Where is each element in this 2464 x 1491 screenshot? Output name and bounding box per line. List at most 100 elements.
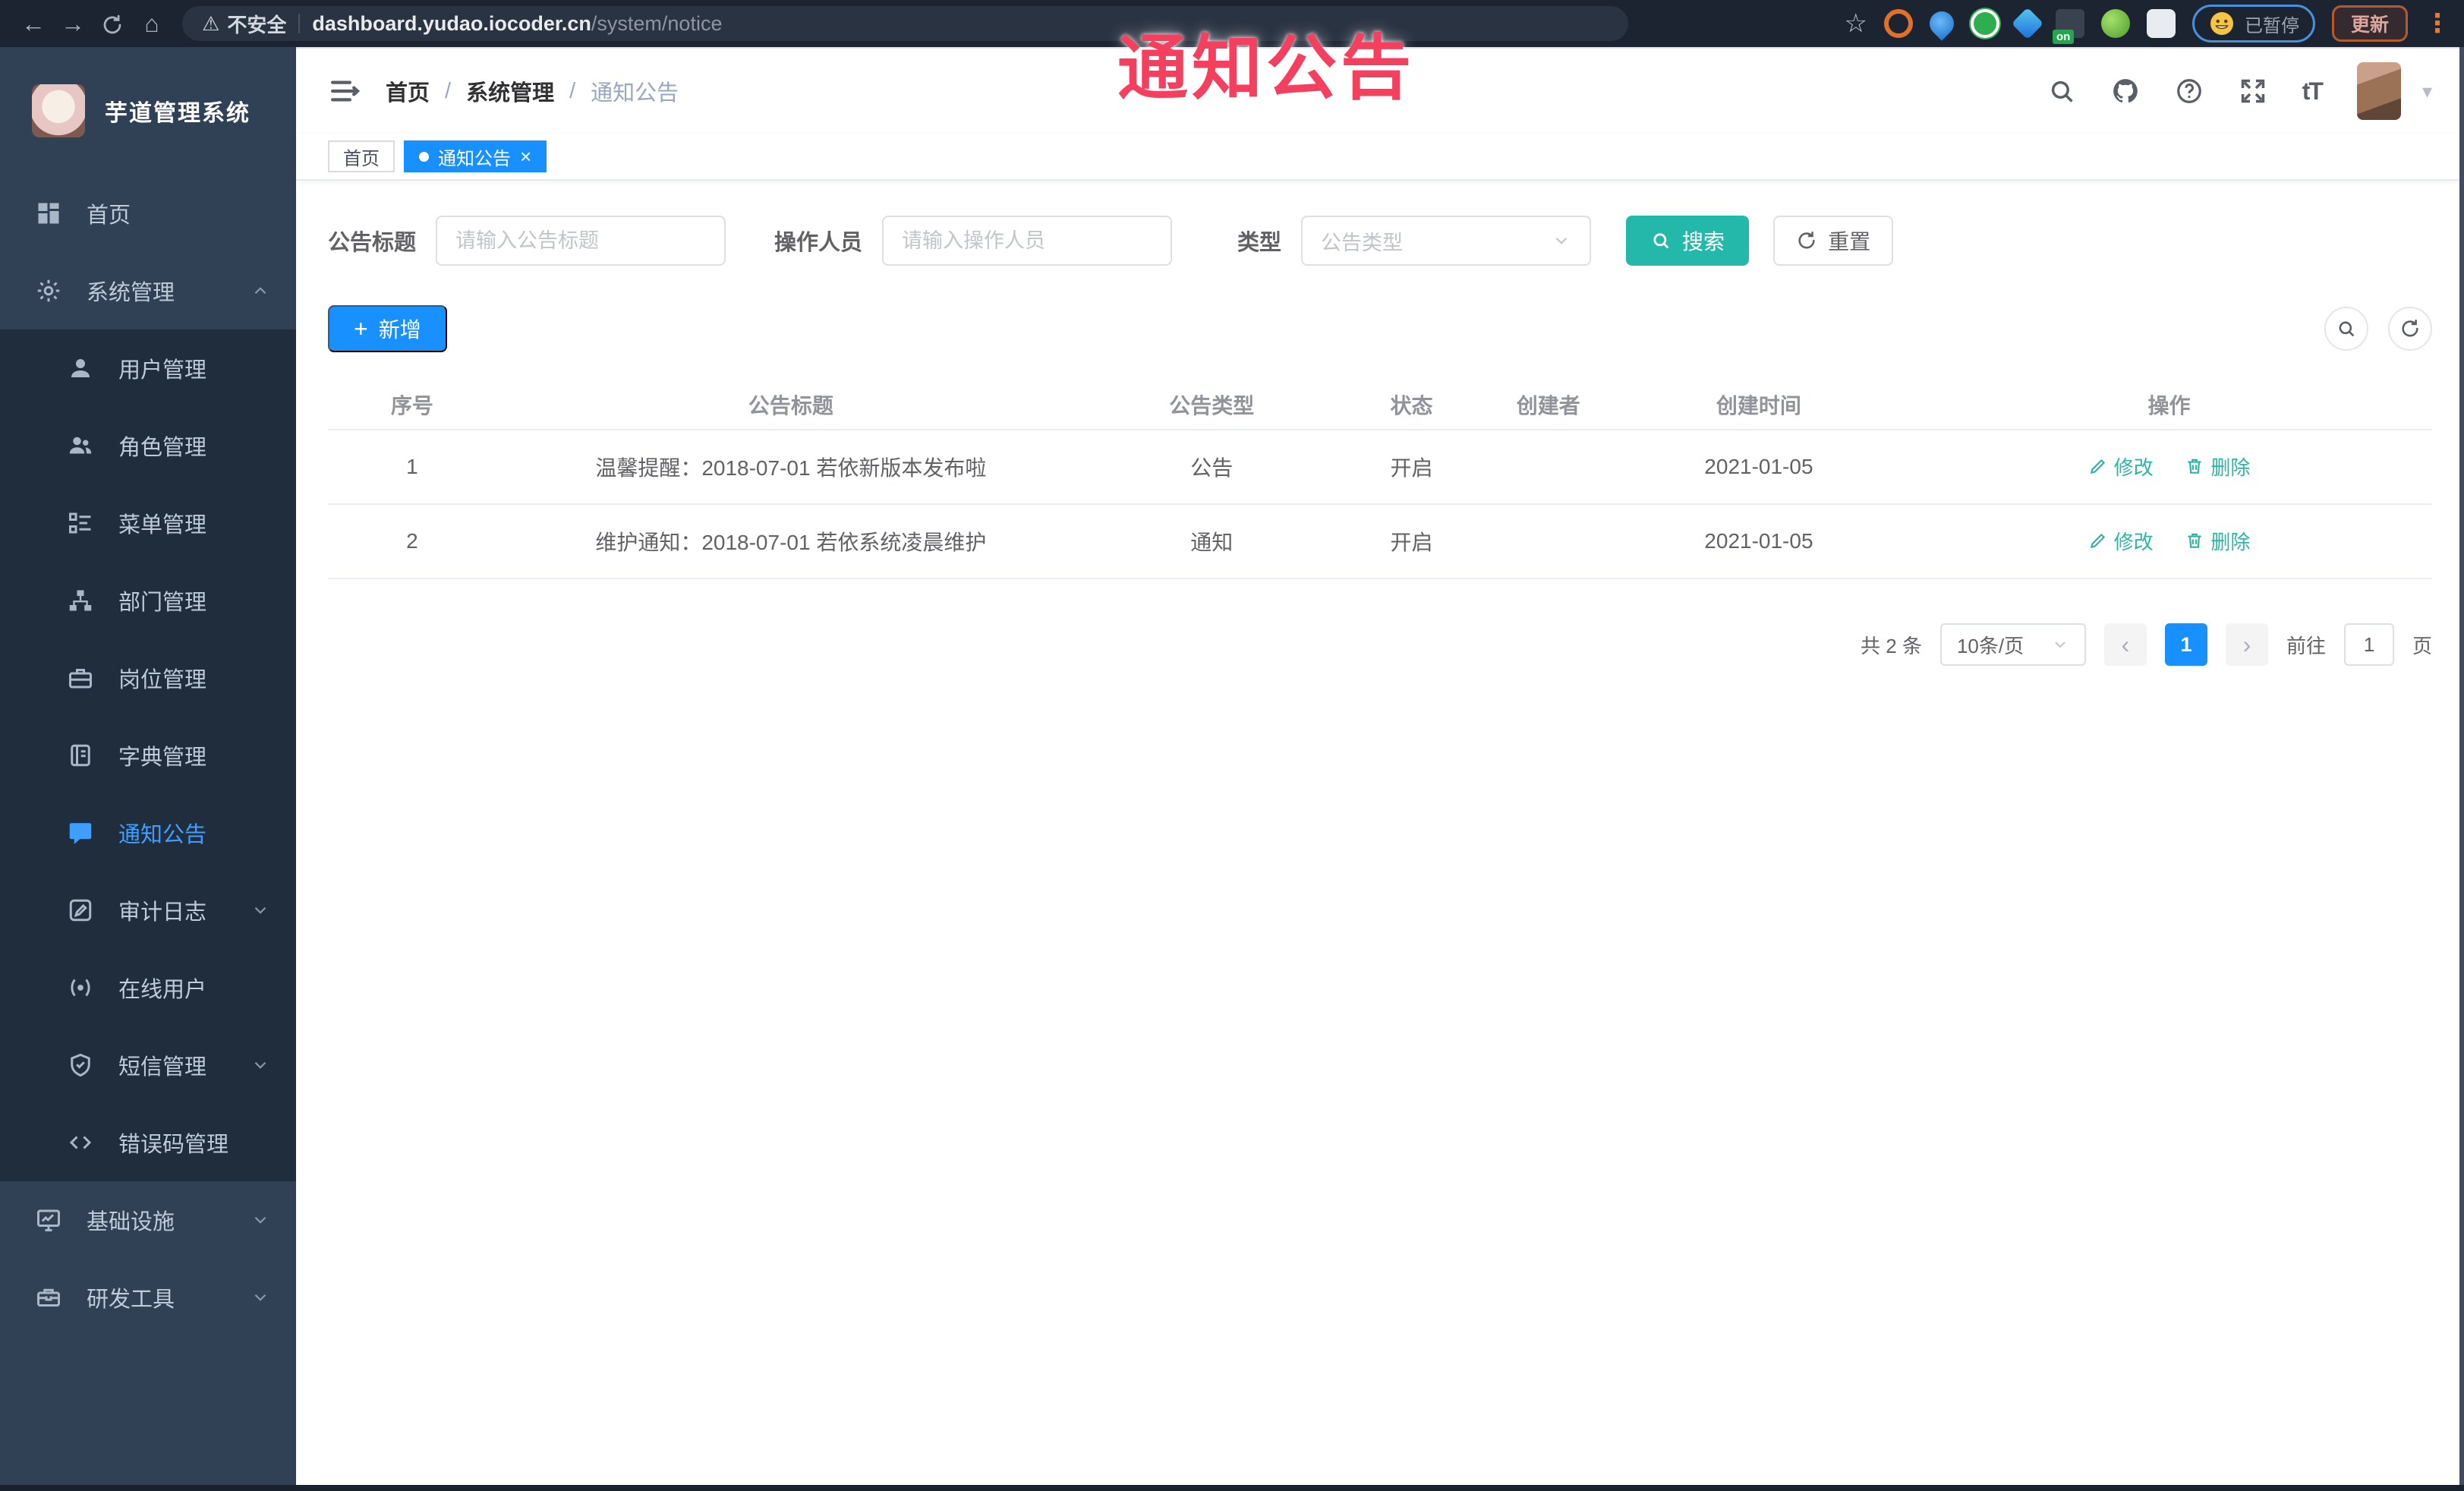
sidebar-item-departments[interactable]: 部门管理 [0, 562, 296, 639]
sidebar-item-home[interactable]: 首页 [0, 175, 296, 252]
user-avatar[interactable] [2356, 62, 2401, 120]
reset-button[interactable]: 重置 [1773, 216, 1894, 266]
close-icon[interactable]: × [520, 147, 531, 166]
pencil-icon [2090, 459, 2105, 474]
sidebar-item-system[interactable]: 系统管理 [0, 252, 296, 329]
sidebar-item-posts[interactable]: 岗位管理 [0, 639, 296, 717]
font-size-icon[interactable]: tT [2302, 77, 2324, 106]
monitor-chart-icon [37, 1209, 60, 1231]
browser-menu-icon[interactable]: ⋮ [2425, 8, 2450, 39]
goto-label: 前往 [2286, 634, 2326, 657]
tag-home[interactable]: 首页 [328, 140, 395, 172]
message-icon [69, 823, 92, 844]
forward-icon[interactable]: → [53, 10, 93, 38]
table-row: 2 维护通知：2018-07-01 若依系统凌晨维护 通知 开启 2021-01… [328, 504, 2432, 579]
trash-icon [2188, 534, 2202, 548]
goto-unit: 页 [2412, 634, 2432, 657]
sidebar-item-infrastructure[interactable]: 基础设施 [0, 1181, 296, 1259]
app-logo-row[interactable]: 芋道管理系统 [0, 47, 296, 175]
extension-gem-icon[interactable] [2011, 7, 2044, 40]
status-text: 开启 [1338, 504, 1486, 579]
search-icon[interactable] [2047, 77, 2076, 106]
users-icon [69, 437, 92, 454]
pencil-icon [2090, 534, 2105, 549]
warning-icon: ⚠ [202, 11, 220, 35]
goto-page-input[interactable] [2343, 623, 2394, 666]
prev-page-button[interactable]: ‹ [2103, 623, 2147, 666]
sidebar-item-online-users[interactable]: 在线用户 [0, 949, 296, 1026]
col-no: 序号 [328, 380, 496, 430]
breadcrumb-home[interactable]: 首页 [386, 75, 430, 107]
add-button[interactable]: + 新增 [328, 305, 447, 352]
code-icon [69, 1136, 92, 1149]
annotation-overlay: 通知公告 [1117, 29, 1415, 108]
notice-title: 温馨提醒：2018-07-01 若依新版本发布啦 [496, 430, 1085, 505]
extension-pin-icon[interactable] [1924, 6, 1959, 41]
book-icon [71, 744, 90, 767]
sidebar-item-error-codes[interactable]: 错误码管理 [0, 1104, 296, 1181]
current-page-button[interactable]: 1 [2164, 623, 2207, 666]
chevron-down-icon [2055, 641, 2065, 648]
operator-input[interactable] [882, 216, 1173, 266]
plus-icon: + [354, 315, 368, 342]
back-icon[interactable]: ← [14, 10, 53, 38]
type-select[interactable]: 公告类型 [1301, 216, 1592, 266]
security-warning[interactable]: ⚠ 不安全 [202, 10, 286, 38]
org-tree-icon [69, 590, 92, 611]
github-icon[interactable] [2111, 77, 2140, 106]
chevron-down-icon [254, 1294, 266, 1301]
breadcrumb-system[interactable]: 系统管理 [466, 75, 554, 107]
profile-paused-pill[interactable]: 已暂停 [2191, 5, 2315, 43]
reload-icon[interactable] [93, 10, 132, 38]
next-page-button[interactable]: › [2225, 623, 2268, 666]
extension-icon[interactable] [1883, 9, 1913, 38]
sidebar-item-devtools[interactable]: 研发工具 [0, 1259, 296, 1336]
extension-leaf-icon[interactable] [2100, 9, 2130, 38]
title-input[interactable] [436, 216, 726, 266]
dashboard-icon [38, 203, 59, 224]
avatar-caret-icon[interactable]: ▾ [2422, 80, 2432, 103]
sidebar-item-dictionary[interactable]: 字典管理 [0, 717, 296, 794]
update-button[interactable]: 更新 [2331, 5, 2408, 42]
edit-button[interactable]: 修改 [2088, 452, 2154, 481]
pagination: 共 2 条 10条/页 ‹ 1 › 前往 页 [328, 623, 2432, 666]
sidebar-item-sms[interactable]: 短信管理 [0, 1026, 296, 1104]
user-icon [71, 359, 90, 377]
app-title: 芋道管理系统 [105, 101, 250, 126]
edit-button[interactable]: 修改 [2088, 527, 2154, 555]
delete-button[interactable]: 删除 [2185, 452, 2250, 481]
bookmark-star-icon[interactable]: ☆ [1845, 8, 1867, 39]
extensions-puzzle-icon[interactable] [2146, 9, 2176, 38]
col-created: 创建时间 [1611, 380, 1906, 430]
extension-dark-icon[interactable]: on [2052, 9, 2084, 44]
sidebar-item-users[interactable]: 用户管理 [0, 329, 296, 407]
table-toolbar: + 新增 [328, 305, 2432, 352]
url-text[interactable]: dashboard.yudao.iocoder.cn/system/notice [312, 12, 722, 36]
chevron-up-icon [254, 287, 266, 295]
extension-green-icon[interactable] [1970, 9, 1999, 38]
shield-check-icon [71, 1053, 90, 1077]
gear-icon [37, 279, 60, 302]
sidebar-item-audit-log[interactable]: 审计日志 [0, 872, 296, 949]
active-dot [419, 151, 429, 162]
col-creator: 创建者 [1485, 380, 1612, 430]
page-content: 公告标题 操作人员 类型 公告类型 搜索 重置 [296, 181, 2464, 1485]
breadcrumb: 首页 / 系统管理 / 通知公告 [386, 75, 679, 107]
help-icon[interactable] [2175, 77, 2204, 106]
tag-notices[interactable]: 通知公告 × [404, 140, 547, 172]
fullscreen-icon[interactable] [2239, 77, 2267, 106]
page-size-select[interactable]: 10条/页 [1939, 623, 2086, 666]
search-button[interactable]: 搜索 [1626, 216, 1750, 266]
chevron-down-icon [254, 1061, 266, 1069]
magnifier-icon [2339, 321, 2355, 337]
sidebar-toggle-icon[interactable] [328, 75, 360, 107]
sidebar-item-roles[interactable]: 角色管理 [0, 407, 296, 484]
sidebar-item-menus[interactable]: 菜单管理 [0, 484, 296, 562]
app-logo [32, 84, 85, 137]
home-icon[interactable]: ⌂ [132, 10, 172, 38]
refresh-table-button[interactable] [2388, 307, 2432, 351]
delete-button[interactable]: 删除 [2185, 527, 2250, 555]
toggle-search-button[interactable] [2324, 307, 2368, 351]
sidebar-item-notices[interactable]: 通知公告 [0, 794, 296, 872]
col-actions: 操作 [1905, 380, 2432, 430]
